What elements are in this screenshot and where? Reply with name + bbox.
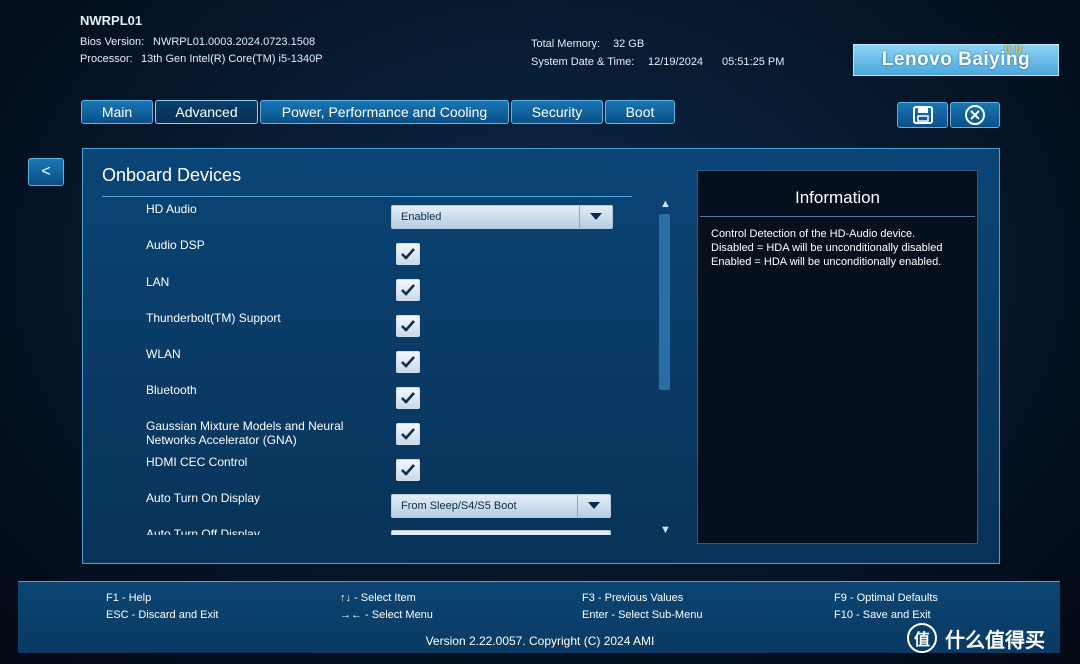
- setting-label-wlan: WLAN: [146, 347, 181, 361]
- tab-boot[interactable]: Boot: [605, 100, 675, 124]
- key-optimal-defaults: F9 - Optimal Defaults: [834, 592, 938, 604]
- chevron-left-icon: <: [41, 163, 51, 180]
- memory-label: Total Memory:: [531, 38, 601, 50]
- memory-value: 32 GB: [613, 38, 645, 50]
- information-divider: [700, 216, 975, 217]
- setting-label-thunderbolt: Thunderbolt(TM) Support: [146, 311, 281, 325]
- setting-label-hdmi-cec: HDMI CEC Control: [146, 455, 248, 469]
- auto-turn-off-display-dropdown[interactable]: [391, 530, 611, 535]
- scroll-down-icon[interactable]: ▼: [660, 524, 671, 536]
- key-previous-values: F3 - Previous Values: [582, 592, 684, 604]
- bios-version-label: Bios Version:: [80, 36, 145, 48]
- setting-label-auto-turn-on-display: Auto Turn On Display: [146, 491, 261, 505]
- tab-power-performance-cooling[interactable]: Power, Performance and Cooling: [260, 100, 509, 124]
- key-select-submenu: Enter - Select Sub-Menu: [582, 609, 703, 621]
- chevron-down-icon: [577, 495, 610, 517]
- auto-turn-on-display-value: From Sleep/S4/S5 Boot: [401, 500, 517, 512]
- date-value[interactable]: 12/19/2024: [648, 55, 703, 69]
- audio-dsp-checkbox[interactable]: [396, 243, 420, 265]
- clipped-row: Auto Turn Off Display: [82, 526, 692, 535]
- information-title: Information: [794, 188, 881, 207]
- model-name: NWRPL01: [80, 13, 143, 28]
- save-icon: [912, 106, 933, 124]
- setting-label-gna-line1: Gaussian Mixture Models and Neural: [146, 419, 344, 433]
- processor-label: Processor:: [80, 53, 133, 65]
- close-circle-icon: [965, 105, 985, 125]
- section-divider: [102, 196, 632, 197]
- processor-value: 13th Gen Intel(R) Core(TM) i5-1340P: [141, 53, 323, 65]
- hdmi-cec-checkbox[interactable]: [396, 459, 420, 481]
- checkmark-icon: [401, 320, 415, 332]
- time-value[interactable]: 05:51:25 PM: [722, 55, 784, 69]
- thunderbolt-checkbox[interactable]: [396, 315, 420, 337]
- key-select-menu: →← - Select Menu: [340, 609, 433, 621]
- lan-checkbox[interactable]: [396, 279, 420, 301]
- key-select-item: ↑↓ - Select Item: [340, 592, 416, 604]
- tab-main[interactable]: Main: [81, 100, 153, 124]
- bios-version-value: NWRPL01.0003.2024.0723.1508: [153, 36, 316, 48]
- hd-audio-value: Enabled: [401, 211, 442, 223]
- save-button[interactable]: [897, 102, 948, 128]
- checkmark-icon: [401, 284, 415, 296]
- setting-label-hd-audio: HD Audio: [146, 202, 197, 216]
- scrollbar-thumb[interactable]: [659, 214, 670, 390]
- wlan-checkbox[interactable]: [396, 351, 420, 373]
- datetime-label: System Date & Time:: [531, 56, 635, 68]
- watermark-text: 什么值得买: [945, 629, 1045, 652]
- chevron-down-icon: [579, 206, 612, 228]
- checkmark-icon: [401, 464, 415, 476]
- checkmark-icon: [401, 248, 415, 260]
- exit-button[interactable]: [950, 102, 1000, 128]
- site-watermark: 值 什么值得买: [907, 620, 1045, 656]
- information-text: Control Detection of the HD-Audio device…: [711, 228, 943, 268]
- setting-label-bluetooth: Bluetooth: [146, 383, 197, 397]
- back-button[interactable]: <: [28, 158, 64, 186]
- key-discard-exit: ESC - Discard and Exit: [106, 609, 219, 621]
- hd-audio-dropdown[interactable]: Enabled: [391, 205, 613, 229]
- setting-label-auto-turn-off-display: Auto Turn Off Display: [146, 527, 260, 535]
- wifi-wave-icon: ((·)): [1004, 43, 1022, 53]
- auto-turn-on-display-dropdown[interactable]: From Sleep/S4/S5 Boot: [391, 494, 611, 518]
- setting-label-audio-dsp: Audio DSP: [146, 238, 205, 252]
- checkmark-icon: [401, 392, 415, 404]
- key-help: F1 - Help: [106, 592, 152, 604]
- scroll-up-icon[interactable]: ▲: [660, 198, 671, 210]
- tab-security[interactable]: Security: [511, 100, 603, 124]
- setting-label-gna-line2: Networks Accelerator (GNA): [146, 433, 297, 447]
- gna-checkbox[interactable]: [396, 423, 420, 445]
- watermark-logo-icon: 值: [907, 623, 937, 653]
- section-title: Onboard Devices: [102, 165, 242, 185]
- setting-label-lan: LAN: [146, 275, 170, 289]
- checkmark-icon: [401, 356, 415, 368]
- brand-logo: Lenovo Baiying ((·)): [853, 43, 1059, 76]
- checkmark-icon: [401, 428, 415, 440]
- tab-advanced[interactable]: Advanced: [155, 100, 258, 124]
- bluetooth-checkbox[interactable]: [396, 387, 420, 409]
